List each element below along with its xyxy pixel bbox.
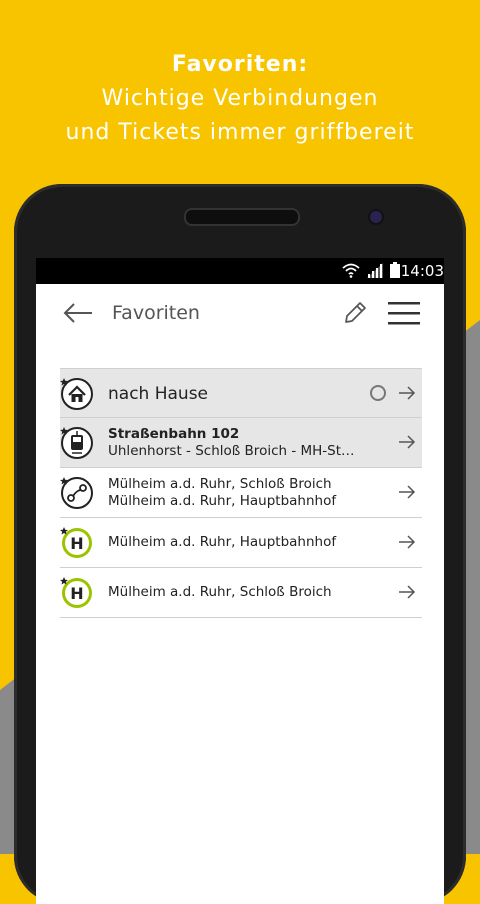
favorite-title: nach Hause [108,383,209,404]
route-origin: Mülheim a.d. Ruhr, Schloß Broich [108,475,332,492]
favorite-title: Straßenbahn 102 [108,425,240,442]
favorite-row-route[interactable]: Mülheim a.d. Ruhr, Schloß Broich Mülheim… [60,468,422,518]
status-time: 14:03 [400,262,444,280]
back-arrow-icon[interactable] [62,300,94,326]
favorite-row-stop[interactable]: H Mülheim a.d. Ruhr, Schloß Broich [60,568,422,618]
svg-text:H: H [70,534,83,553]
arrow-right-icon[interactable] [398,534,416,550]
route-favorite-icon [60,477,93,509]
promo-heading: Favoriten: [171,52,309,77]
promo-line-2: und Tickets immer griffbereit [65,120,415,145]
tram-favorite-icon [60,427,93,459]
page-title: Favoriten [112,302,200,324]
favorite-title: Mülheim a.d. Ruhr, Hauptbahnhof [108,534,337,550]
favorite-subtitle: Uhlenhorst - Schloß Broich - MH-Stadt... [108,442,362,459]
bus-stop-favorite-icon: H [60,577,92,608]
app-screen: 14:03 Favoriten nach Hause Straßenbahn 1… [36,258,444,904]
phone-camera [370,211,382,223]
favorites-list: nach Hause Straßenbahn 102 Uhlenhorst - … [60,368,422,618]
arrow-right-icon[interactable] [398,385,416,401]
arrow-right-icon[interactable] [398,434,416,450]
bus-stop-favorite-icon: H [60,527,92,558]
edit-pencil-icon[interactable] [342,300,368,326]
svg-text:H: H [70,584,83,603]
favorite-title: Mülheim a.d. Ruhr, Schloß Broich [108,584,332,600]
phone-frame: 14:03 Favoriten nach Hause Straßenbahn 1… [14,184,466,904]
signal-icon [367,263,383,278]
favorite-row-tram-line[interactable]: Straßenbahn 102 Uhlenhorst - Schloß Broi… [60,418,422,468]
status-bar: 14:03 [36,258,444,284]
home-favorite-icon [60,378,93,410]
promo-text: Favoriten: Wichtige Verbindungen und Tic… [0,48,480,150]
battery-icon [390,262,400,278]
default-radio-button[interactable] [370,385,386,401]
wifi-icon [342,263,360,278]
app-bar: Favoriten [36,284,444,342]
arrow-right-icon[interactable] [398,484,416,500]
phone-speaker [184,208,300,226]
hamburger-menu-icon[interactable] [388,301,420,325]
arrow-right-icon[interactable] [398,584,416,600]
favorite-row-stop[interactable]: H Mülheim a.d. Ruhr, Hauptbahnhof [60,518,422,568]
promo-line-1: Wichtige Verbindungen [101,86,379,111]
route-destination: Mülheim a.d. Ruhr, Hauptbahnhof [108,492,337,509]
favorite-row-home[interactable]: nach Hause [60,368,422,418]
